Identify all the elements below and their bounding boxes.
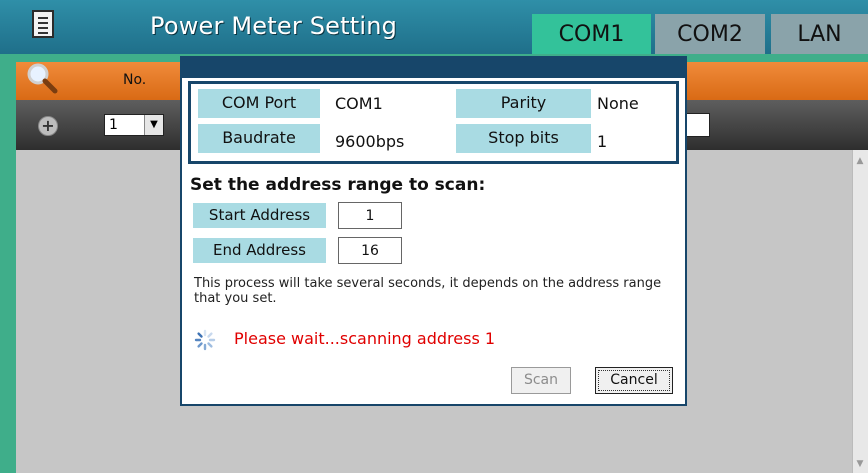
- scan-range-heading: Set the address range to scan:: [190, 175, 486, 195]
- plus-icon[interactable]: +: [38, 116, 58, 136]
- scan-dialog: COM Port COM1 Parity None Baudrate 9600b…: [180, 56, 687, 406]
- number-select-value: 1: [109, 117, 118, 133]
- com-port-value: COM1: [335, 94, 383, 113]
- column-no-label: No.: [123, 72, 147, 88]
- scan-status-text: Please wait...scanning address 1: [234, 329, 496, 348]
- baudrate-label: Baudrate: [198, 124, 320, 153]
- stop-bits-label: Stop bits: [456, 124, 591, 153]
- end-address-input[interactable]: 16: [338, 237, 402, 264]
- cancel-button[interactable]: Cancel: [595, 367, 673, 394]
- tab-com2[interactable]: COM2: [655, 14, 765, 54]
- search-icon[interactable]: [26, 62, 58, 94]
- baudrate-value: 9600bps: [335, 132, 405, 151]
- scroll-up-arrow-icon[interactable]: ▲: [853, 154, 867, 168]
- tab-lan[interactable]: LAN: [771, 14, 868, 54]
- parity-value: None: [597, 94, 639, 113]
- loading-spinner-icon: [194, 329, 216, 351]
- scroll-down-arrow-icon[interactable]: ▼: [853, 457, 867, 471]
- com-info-panel: COM Port COM1 Parity None Baudrate 9600b…: [188, 81, 679, 164]
- start-address-input[interactable]: 1: [338, 202, 402, 229]
- tab-com1[interactable]: COM1: [532, 14, 651, 54]
- parity-label: Parity: [456, 89, 591, 118]
- end-address-label: End Address: [193, 238, 326, 263]
- background-input[interactable]: [685, 113, 710, 137]
- dialog-title-bar: [182, 58, 685, 78]
- scan-button[interactable]: Scan: [511, 367, 571, 394]
- scan-note: This process will take several seconds, …: [194, 276, 662, 306]
- stop-bits-value: 1: [597, 132, 608, 151]
- page-title: Power Meter Setting: [150, 12, 398, 40]
- number-select[interactable]: 1 ▼: [104, 114, 164, 136]
- vertical-scrollbar[interactable]: ▲ ▼: [852, 150, 868, 473]
- com-port-label: COM Port: [198, 89, 320, 118]
- chevron-down-icon[interactable]: ▼: [144, 115, 163, 135]
- start-address-label: Start Address: [193, 203, 326, 228]
- menu-list-icon[interactable]: [32, 10, 54, 38]
